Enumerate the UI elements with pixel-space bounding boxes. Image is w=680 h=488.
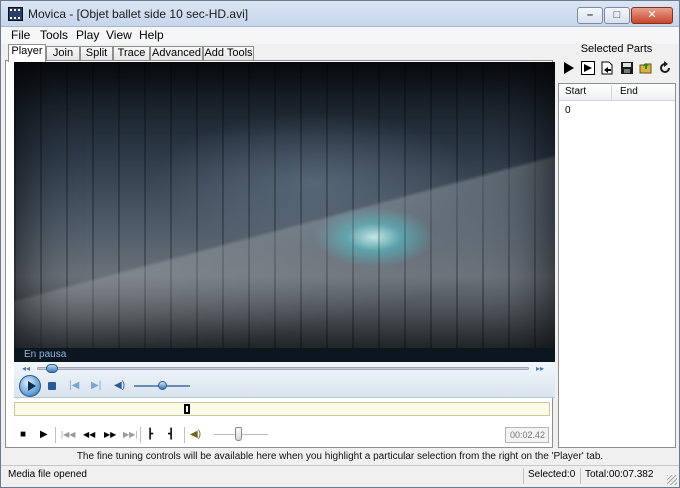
stop-button[interactable] xyxy=(48,382,56,390)
parts-list-header: Start End xyxy=(559,84,675,101)
selection-strip[interactable] xyxy=(14,402,550,416)
close-button[interactable]: ✕ xyxy=(631,7,673,24)
menu-file[interactable]: File xyxy=(8,28,33,42)
player-panel: En pausa ◂◂ ▸▸ |◀ ▶| ◀) ■ ▶ |◀◀ ◀◀ ▶▶ ▶▶… xyxy=(5,60,555,448)
bottom-toolbar: ■ ▶ |◀◀ ◀◀ ▶▶ ▶▶| ┣ ┫ ◀) 00:02.42 xyxy=(6,423,552,447)
open-folder-icon[interactable] xyxy=(639,61,653,75)
window-title: Movica - [Objet ballet side 10 sec-HD.av… xyxy=(28,7,249,21)
status-divider xyxy=(523,468,524,484)
player-status-bar: En pausa xyxy=(14,348,555,362)
title-bar[interactable]: Movica - [Objet ballet side 10 sec-HD.av… xyxy=(1,1,679,27)
tab-advanced[interactable]: Advanced xyxy=(150,46,203,61)
film-icon xyxy=(8,7,23,21)
resize-grip-icon[interactable] xyxy=(667,475,677,485)
maximize-button[interactable]: □ xyxy=(604,7,630,24)
fine-volume-thumb[interactable] xyxy=(235,427,243,441)
toolbar-divider xyxy=(140,427,141,443)
column-start[interactable]: Start xyxy=(565,86,586,97)
volume-thumb[interactable] xyxy=(158,381,167,390)
play-button[interactable] xyxy=(19,375,41,397)
selected-parts-title: Selected Parts xyxy=(580,43,653,55)
tab-join[interactable]: Join xyxy=(46,46,80,61)
status-divider xyxy=(580,468,581,484)
last-frame-icon[interactable]: ▶▶| xyxy=(123,430,137,439)
first-frame-icon[interactable]: |◀◀ xyxy=(61,430,75,439)
play-selection-icon[interactable] xyxy=(581,61,595,75)
rewind-mini-icon[interactable]: ◂◂ xyxy=(22,364,30,373)
tab-trace[interactable]: Trace xyxy=(113,46,150,61)
play-icon[interactable] xyxy=(562,61,576,75)
maximize-icon: □ xyxy=(613,9,621,21)
menu-play[interactable]: Play xyxy=(73,28,102,42)
play-icon[interactable]: ▶ xyxy=(40,429,48,440)
minimize-icon: – xyxy=(586,9,594,21)
tab-player[interactable]: Player xyxy=(8,44,46,62)
export-icon[interactable] xyxy=(600,61,614,75)
menu-tools[interactable]: Tools xyxy=(37,28,71,42)
selected-parts-panel: Selected Parts Start End 0 xyxy=(556,42,677,448)
toolbar-divider xyxy=(184,427,185,443)
app-window: Movica - [Objet ballet side 10 sec-HD.av… xyxy=(0,0,680,488)
speaker-icon[interactable]: ◀) xyxy=(114,380,125,391)
status-bar: Media file opened Selected:0 Total:00:07… xyxy=(1,465,679,487)
menu-view[interactable]: View xyxy=(103,28,135,42)
parts-list[interactable]: Start End 0 xyxy=(558,83,676,448)
window-controls: – □ ✕ xyxy=(577,7,673,24)
status-total: Total:00:07.382 xyxy=(585,469,654,480)
mark-in-icon[interactable]: ┣ xyxy=(147,429,153,440)
refresh-icon[interactable] xyxy=(658,61,672,75)
fine-tuning-hint: The fine tuning controls will be availab… xyxy=(76,451,604,462)
status-selected: Selected:0 xyxy=(528,469,576,480)
video-frame[interactable] xyxy=(14,62,555,348)
close-icon: ✕ xyxy=(647,9,657,21)
tab-add-tools[interactable]: Add Tools xyxy=(203,46,254,61)
volume-icon[interactable]: ◀) xyxy=(190,429,201,440)
selected-parts-toolbar xyxy=(560,59,677,79)
seek-bar[interactable] xyxy=(37,367,529,370)
media-controls: ◂◂ ▸▸ |◀ ▶| ◀) xyxy=(14,362,555,398)
seek-thumb[interactable] xyxy=(45,364,58,373)
forward-icon[interactable]: ▶▶ xyxy=(104,430,116,439)
selection-marker-icon[interactable] xyxy=(184,404,190,414)
status-message: Media file opened xyxy=(8,469,87,480)
minimize-button[interactable]: – xyxy=(577,7,603,24)
save-icon[interactable] xyxy=(620,61,634,75)
rewind-icon[interactable]: ◀◀ xyxy=(83,430,95,439)
menu-help[interactable]: Help xyxy=(136,28,167,42)
tab-split[interactable]: Split xyxy=(80,46,113,61)
player-status-text: En pausa xyxy=(24,349,67,360)
fast-forward-mini-icon[interactable]: ▸▸ xyxy=(536,364,544,373)
toolbar-divider xyxy=(55,427,56,443)
part-start-cell[interactable]: 0 xyxy=(565,105,571,116)
column-divider[interactable] xyxy=(611,85,612,100)
next-track-icon[interactable]: ▶| xyxy=(91,380,101,391)
stop-icon[interactable]: ■ xyxy=(20,429,26,440)
previous-track-icon[interactable]: |◀ xyxy=(69,380,79,391)
mark-out-icon[interactable]: ┫ xyxy=(168,429,174,440)
time-display: 00:02.42 xyxy=(505,427,549,443)
column-end[interactable]: End xyxy=(620,86,638,97)
